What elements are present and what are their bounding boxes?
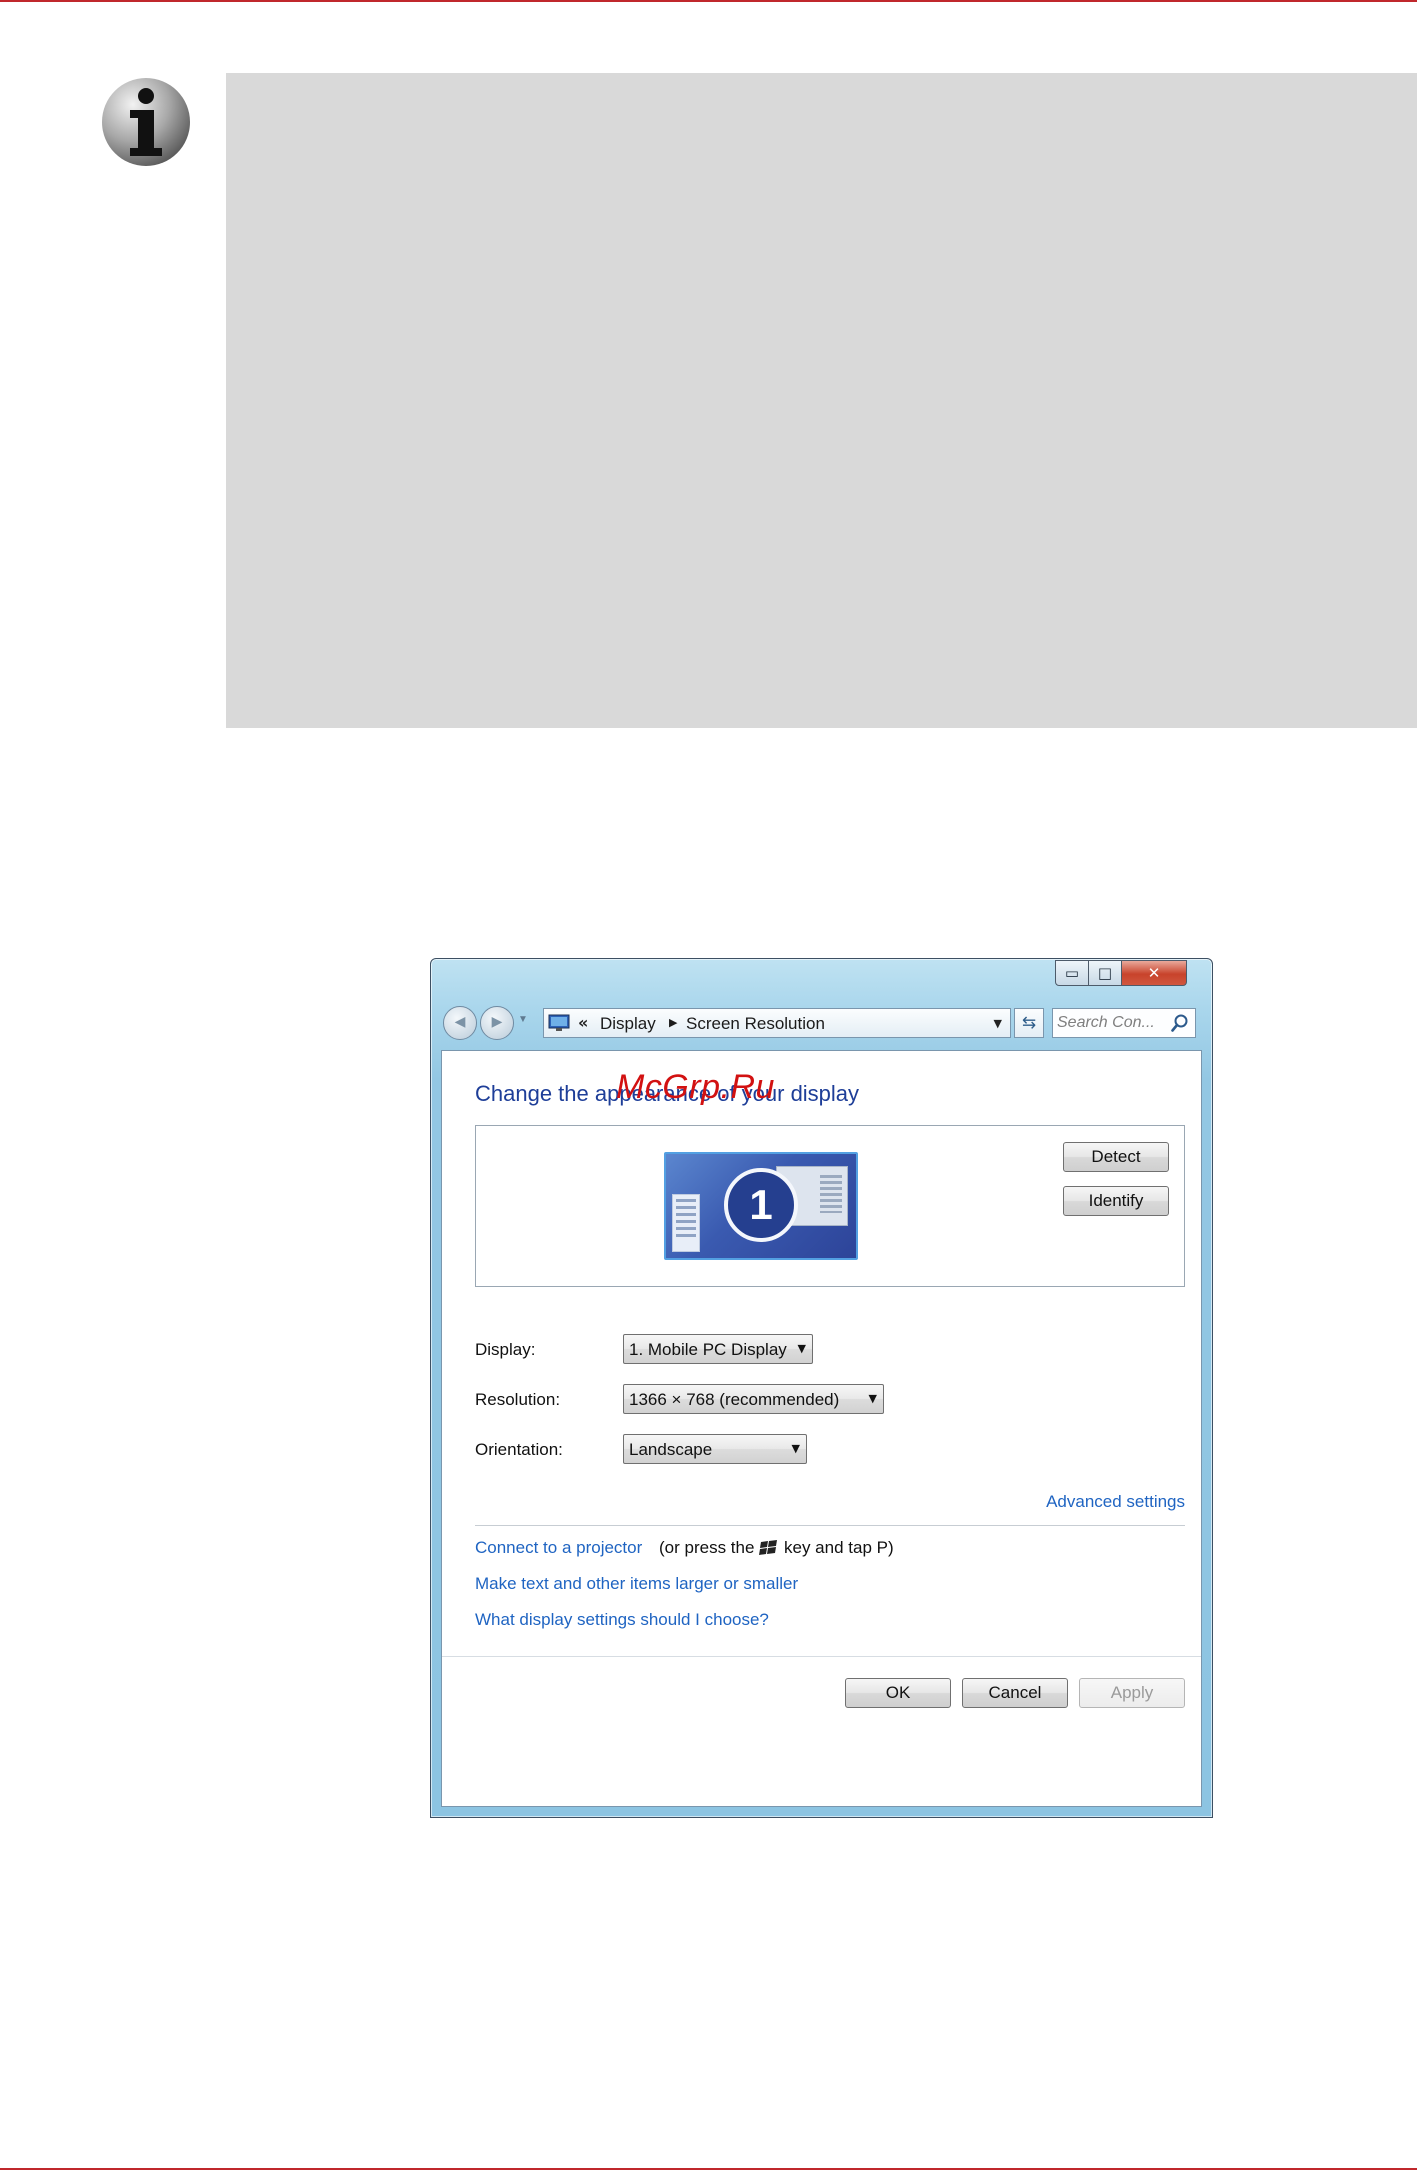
buttons-divider [442,1656,1201,1657]
identify-button[interactable]: Identify [1063,1186,1169,1216]
forward-arrow-icon: ▶ [491,1013,503,1029]
apply-button[interactable]: Apply [1079,1678,1185,1708]
resolution-select[interactable]: 1366 × 768 (recommended) ▼ [623,1384,884,1414]
links-divider [475,1525,1185,1526]
bottom-page-rule [0,2168,1417,2170]
display-preview-area: 1 Detect Identify [475,1125,1185,1287]
connect-projector-link[interactable]: Connect to a projector [475,1538,642,1558]
screen-resolution-window: ▭ □ ✕ ◀ ▶ ▼ « Display ▶ Screen Resolutio… [430,958,1213,1818]
search-input[interactable] [1057,1013,1169,1033]
history-dropdown-icon[interactable]: ▼ [518,1014,528,1025]
detect-button[interactable]: Detect [1063,1142,1169,1172]
breadcrumb-separator-icon: ▶ [669,1016,678,1029]
resolution-label: Resolution: [475,1390,561,1409]
refresh-button[interactable]: ⇆ [1014,1008,1044,1038]
info-icon [102,78,190,166]
address-overflow-icon: « [578,1013,589,1032]
chevron-down-icon: ▼ [797,1342,806,1355]
address-dropdown-icon[interactable]: ▼ [994,1017,1002,1030]
display-select[interactable]: 1. Mobile PC Display ▼ [623,1334,813,1364]
chevron-down-icon: ▼ [868,1392,877,1405]
breadcrumb-display[interactable]: Display [600,1015,656,1033]
top-page-rule [0,0,1417,2]
refresh-icon: ⇆ [1021,1013,1037,1033]
display-help-link[interactable]: What display settings should I choose? [475,1610,769,1630]
cancel-button[interactable]: Cancel [962,1678,1068,1708]
orientation-select-value: Landscape [629,1440,713,1459]
close-button[interactable]: ✕ [1121,960,1187,986]
close-icon: ✕ [1147,964,1161,982]
minimize-icon: ▭ [1064,964,1080,982]
display-control-panel-icon [548,1014,570,1031]
search-box[interactable] [1052,1008,1196,1038]
monitor-number: 1 [724,1168,798,1242]
display-label: Display: [475,1340,536,1359]
projector-key-text: key and tap P) [784,1538,894,1557]
monitor-1-thumbnail[interactable]: 1 [664,1152,858,1260]
back-arrow-icon: ◀ [454,1013,466,1029]
back-button[interactable]: ◀ [443,1006,477,1040]
resolution-select-value: 1366 × 768 (recommended) [629,1390,840,1409]
forward-button[interactable]: ▶ [480,1006,514,1040]
orientation-label: Orientation: [475,1440,563,1459]
display-select-value: 1. Mobile PC Display [629,1340,787,1359]
windows-logo-icon [759,1540,777,1555]
minimize-button[interactable]: ▭ [1055,960,1089,986]
note-box [226,73,1417,728]
orientation-select[interactable]: Landscape ▼ [623,1434,807,1464]
monitor-taskbar-graphic [672,1194,700,1252]
content-pane: Change the appearance of your display Mc… [441,1050,1202,1807]
ok-button[interactable]: OK [845,1678,951,1708]
maximize-icon: □ [1097,964,1113,982]
text-size-link[interactable]: Make text and other items larger or smal… [475,1574,798,1594]
search-icon[interactable] [1171,1013,1189,1033]
advanced-settings-link[interactable]: Advanced settings [1046,1492,1185,1512]
breadcrumb-screen-resolution[interactable]: Screen Resolution [686,1015,825,1033]
chevron-down-icon: ▼ [791,1442,800,1455]
projector-hint-text: (or press the [659,1538,755,1557]
maximize-button[interactable]: □ [1088,960,1122,986]
watermark: McGrp.Ru [616,1068,775,1106]
address-bar[interactable]: « Display ▶ Screen Resolution ▼ [543,1008,1011,1038]
